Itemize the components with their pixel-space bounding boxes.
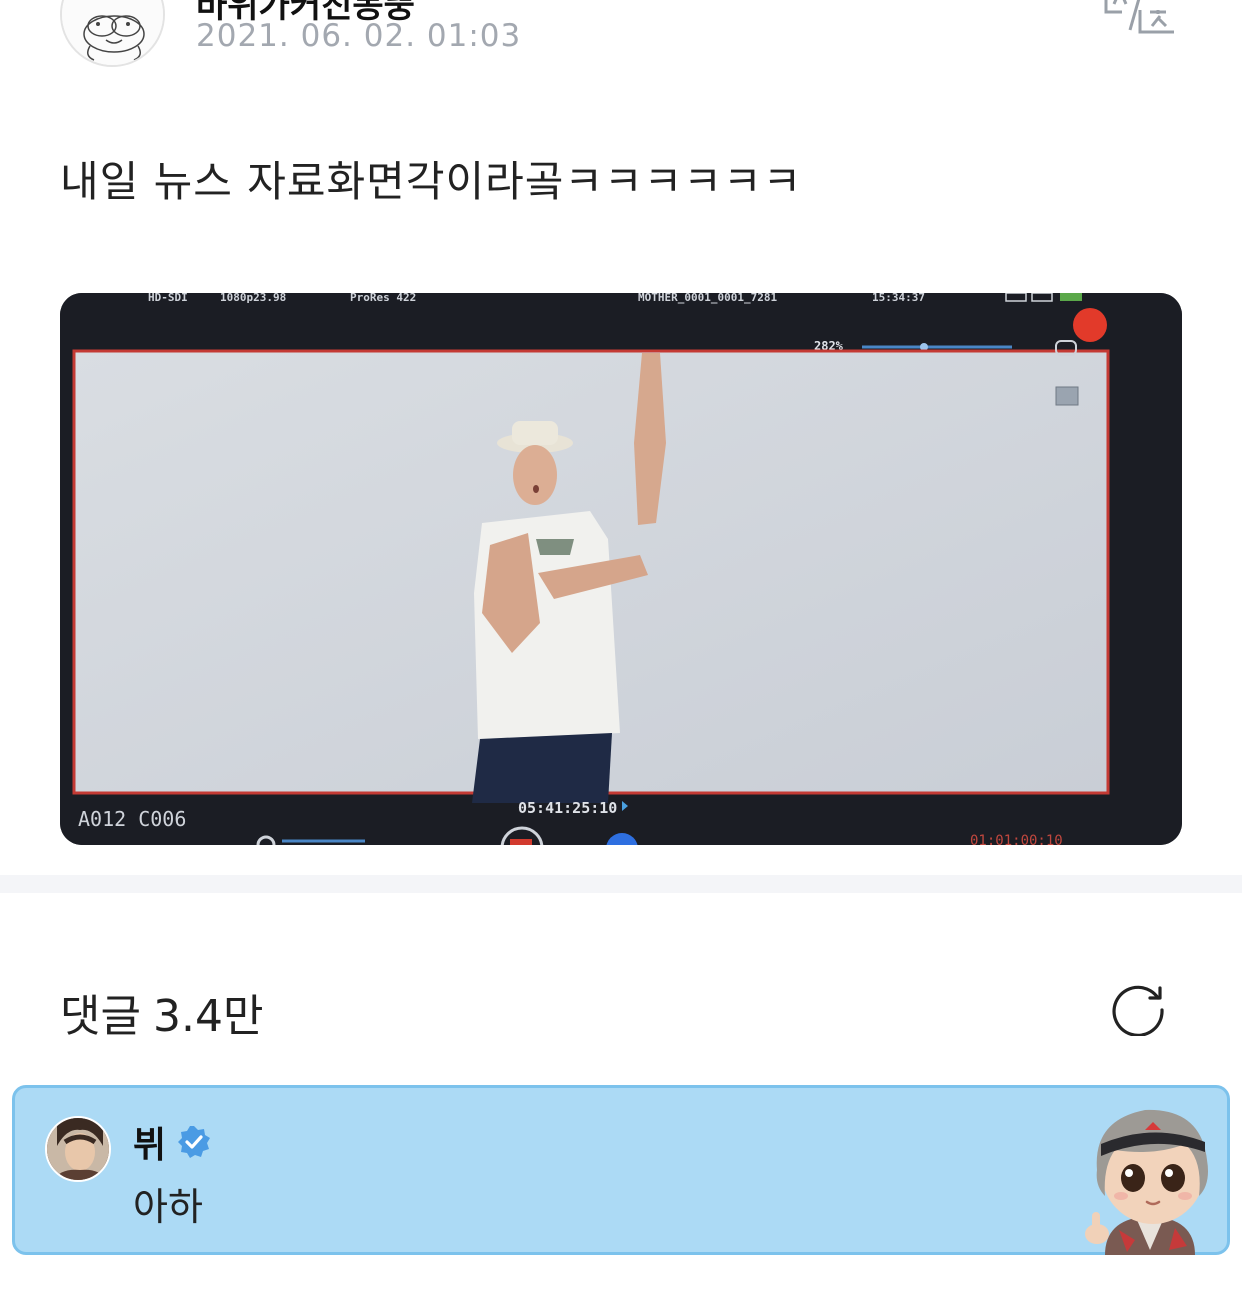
refresh-button[interactable] [1110,978,1168,1037]
overlay-text-5: 15:34:37 [872,293,925,304]
verified-badge-icon [178,1126,211,1158]
comments-header: 댓글 3.4만 [60,980,263,1044]
overlay-text-1: HD-SDI [148,293,188,304]
post-image[interactable]: HD-SDI 1080p23.98 ProRes 422 MOTHER_0001… [60,293,1182,845]
overlay-text-2: 1080p23.98 [220,293,286,304]
comment-author-row: 뷔 [133,1116,212,1168]
post-page: 바위가커진몽뚱 2021. 06. 02. 01:03 내일 뉴스 자료화면각이… [0,0,1242,1296]
comment-text: 아하 [133,1185,203,1229]
refresh-icon [1112,985,1164,1037]
clip-label: A012 C006 [78,807,186,831]
comment-item[interactable]: 뷔 아하 [12,1085,1230,1255]
translate-button[interactable] [1100,0,1180,36]
overlay-text-3: ProRes 422 [350,293,416,304]
post-text: 내일 뉴스 자료화면각이라곸ㅋㅋㅋㅋㅋㅋ [60,157,803,206]
translate-icon [1104,0,1174,34]
timecode: 05:41:25:10 [518,799,617,817]
svg-text:01:01:00:10: 01:01:00:10 [970,833,1063,845]
comments-label: 댓글 [60,991,141,1042]
comment-author[interactable]: 뷔 [133,1116,166,1168]
character-sticker [1075,1100,1225,1255]
overlay-text-4: MOTHER_0001_0001_7281 [638,293,777,304]
comments-count: 3.4만 [152,991,264,1042]
section-divider [0,875,1242,893]
comment-avatar[interactable] [45,1116,111,1182]
post-date: 2021. 06. 02. 01:03 [196,18,522,54]
author-avatar[interactable] [60,0,165,67]
